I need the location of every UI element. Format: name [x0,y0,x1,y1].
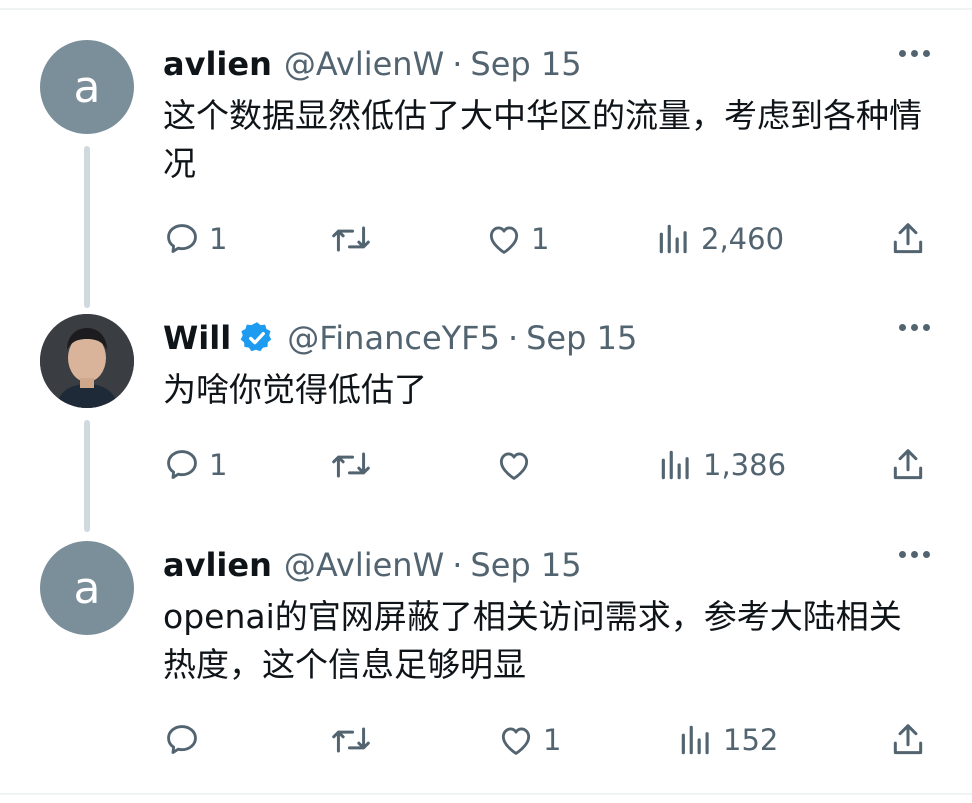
reply-count: 1 [209,448,228,482]
views-icon [659,224,687,254]
views-button[interactable]: 2,460 [655,220,784,258]
retweet-icon [332,226,370,252]
avatar-letter: a [73,562,101,614]
action-bar: 1 1 2,460 [163,220,933,264]
share-icon [893,449,923,480]
separator-dot: · [452,45,463,83]
thread-line [84,146,90,308]
retweet-button[interactable] [329,220,381,258]
share-icon [893,223,923,254]
tweet-date[interactable]: Sep 15 [470,45,581,83]
more-icon[interactable] [899,324,930,331]
user-handle[interactable]: @FinanceYF5 [287,319,500,357]
top-divider [0,8,972,10]
like-button[interactable] [495,446,541,484]
like-button[interactable]: 1 [485,220,549,258]
tweet-3[interactable]: a avlien @AvlienW · Sep 15 openai的官网屏蔽了相… [0,541,972,781]
action-bar: 1 152 [163,721,933,765]
tweet-text: 这个数据显然低估了大中华区的流量，考虑到各种情况 [163,96,922,183]
avatar-letter: a [73,61,101,113]
views-button[interactable]: 152 [677,721,778,759]
retweet-button[interactable] [329,721,381,759]
separator-dot: · [507,319,519,357]
user-handle[interactable]: @AvlienW [284,546,444,584]
reply-icon [167,224,197,253]
tweet-date[interactable]: Sep 15 [526,319,637,357]
display-name[interactable]: avlien [163,546,272,584]
views-count: 2,460 [701,222,785,256]
like-count: 1 [531,222,550,256]
display-name[interactable]: avlien [163,45,272,83]
heart-icon [489,226,519,254]
reply-icon [167,725,197,754]
share-button[interactable] [889,721,927,759]
thread-line [84,420,90,532]
reply-button[interactable]: 1 [163,446,227,484]
user-handle[interactable]: @AvlienW [284,45,444,83]
reply-count: 1 [209,222,228,256]
tweet-2[interactable]: Will @FinanceYF5 · Sep 15 为啥你觉得低估了 1 1,3… [0,314,972,532]
avatar[interactable]: a [40,40,134,134]
retweet-icon [332,452,370,478]
heart-icon [499,452,529,480]
views-count: 1,386 [703,448,787,482]
views-button[interactable]: 1,386 [657,446,786,484]
share-icon [893,724,923,755]
views-count: 152 [723,723,779,757]
tweet-header: avlien @AvlienW · Sep 15 [163,42,582,86]
tweet-header: Will @FinanceYF5 · Sep 15 [163,316,637,360]
more-icon[interactable] [899,50,930,57]
avatar[interactable] [40,314,134,408]
tweet-header: avlien @AvlienW · Sep 15 [163,543,582,587]
views-icon [681,725,709,755]
share-button[interactable] [889,220,927,258]
like-count: 1 [543,723,562,757]
reply-icon [167,450,197,479]
views-icon [661,450,689,480]
verified-badge-icon [239,320,275,356]
avatar[interactable]: a [40,541,134,635]
display-name[interactable]: Will [163,319,231,357]
retweet-button[interactable] [329,446,381,484]
heart-icon [501,727,531,755]
share-button[interactable] [889,446,927,484]
tweet-date[interactable]: Sep 15 [470,546,581,584]
reply-button[interactable] [163,721,209,759]
tweet-text: 为啥你觉得低估了 [163,370,427,409]
tweet-1[interactable]: a avlien @AvlienW · Sep 15 这个数据显然低估了大中华区… [0,40,972,308]
reply-button[interactable]: 1 [163,220,227,258]
like-button[interactable]: 1 [497,721,561,759]
more-icon[interactable] [899,551,930,558]
separator-dot: · [452,546,463,584]
bottom-divider [0,793,972,795]
tweet-text: openai的官网屏蔽了相关访问需求，参考大陆相关热度，这个信息足够明显 [163,597,902,684]
retweet-icon [332,727,370,753]
action-bar: 1 1,386 [163,446,933,490]
profile-photo-icon [40,314,134,408]
